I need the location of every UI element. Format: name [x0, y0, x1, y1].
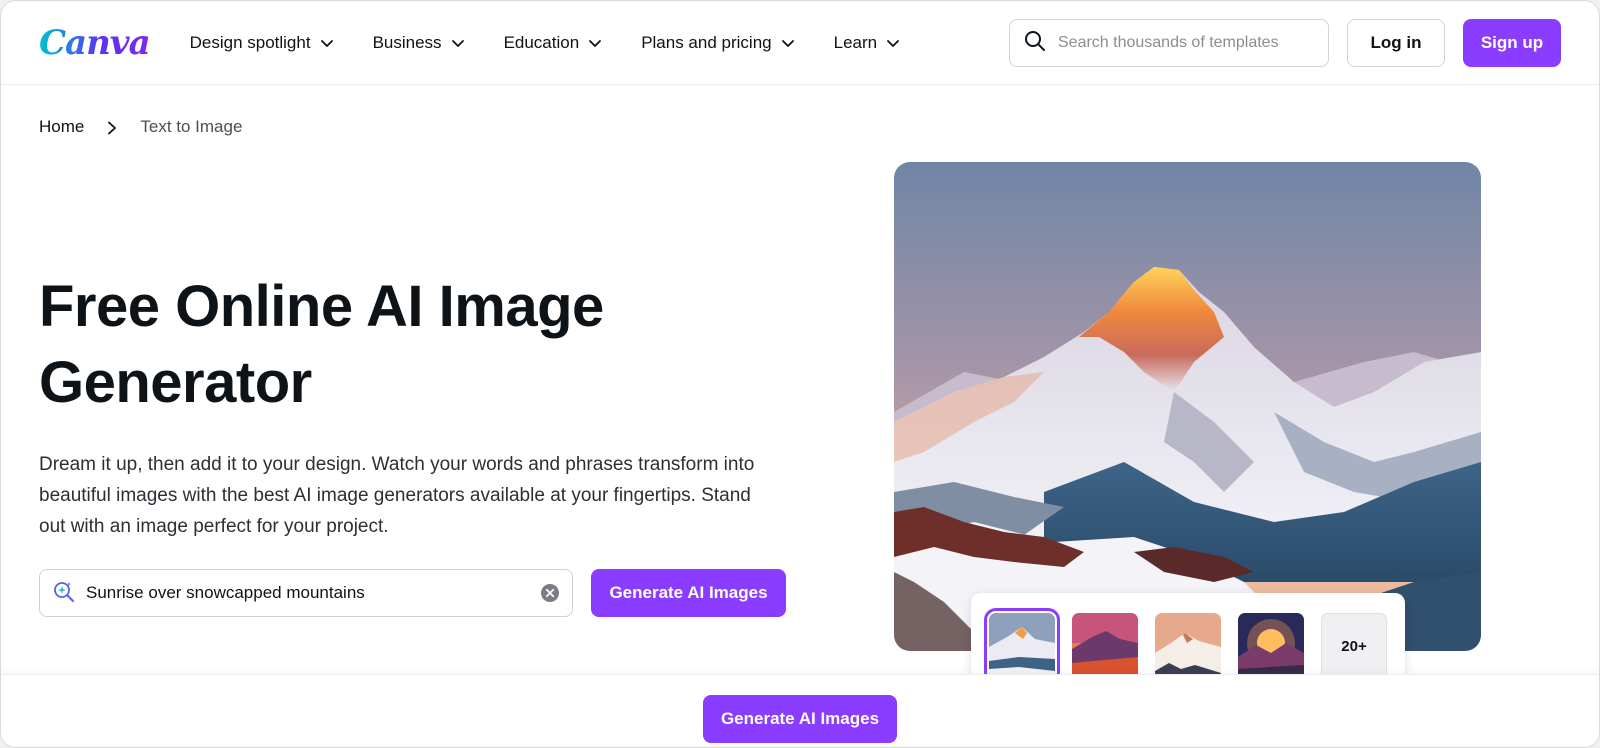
nav-item-label: Plans and pricing — [641, 32, 772, 52]
page-frame: Canva Design spotlight Business Educatio… — [0, 0, 1600, 748]
chevron-down-icon — [780, 35, 796, 51]
chevron-down-icon — [885, 35, 901, 51]
canva-logo[interactable]: Canva — [39, 26, 151, 60]
template-search[interactable] — [1009, 19, 1329, 67]
signup-button[interactable]: Sign up — [1463, 19, 1561, 67]
nav-item-label: Learn — [833, 32, 878, 52]
thumbnail-variation-1[interactable] — [984, 608, 1060, 684]
clear-icon[interactable] — [540, 583, 560, 603]
ai-sparkle-search-icon — [52, 579, 76, 608]
hero-description: Dream it up, then add it to your design.… — [39, 454, 755, 537]
search-icon — [1024, 30, 1046, 57]
thumbnail-variation-4[interactable] — [1238, 613, 1304, 679]
chevron-down-icon — [587, 35, 603, 51]
prompt-field[interactable] — [39, 569, 573, 617]
page-title: Free Online AI Image Generator — [39, 269, 759, 421]
prompt-input[interactable] — [86, 583, 526, 603]
generated-mountain-image — [894, 162, 1481, 651]
thumbnail-variation-3[interactable] — [1155, 613, 1221, 679]
nav-item-education[interactable]: Education — [504, 33, 604, 53]
generate-ai-images-button[interactable]: Generate AI Images — [591, 569, 786, 617]
title-line-2: Generator — [39, 350, 312, 415]
nav-item-label: Design spotlight — [189, 32, 311, 52]
nav-item-business[interactable]: Business — [373, 33, 466, 53]
breadcrumb-home-link[interactable]: Home — [39, 117, 84, 137]
nav-item-label: Business — [372, 32, 442, 52]
chevron-right-icon — [106, 120, 118, 135]
nav-item-learn[interactable]: Learn — [834, 33, 901, 53]
search-input[interactable] — [1058, 34, 1308, 52]
login-button[interactable]: Log in — [1347, 19, 1445, 67]
chevron-down-icon — [319, 35, 335, 51]
nav-item-plans-and-pricing[interactable]: Plans and pricing — [641, 33, 795, 53]
nav-item-label: Education — [503, 32, 580, 52]
top-header: Canva Design spotlight Business Educatio… — [1, 1, 1599, 85]
title-line-1: Free Online AI Image — [39, 274, 604, 339]
more-variations-button[interactable]: 20+ — [1321, 613, 1387, 679]
main-nav: Design spotlight Business Education Plan… — [190, 33, 939, 53]
sticky-bottom-bar: Generate AI Images — [1, 674, 1599, 747]
generate-ai-images-bottom-button[interactable]: Generate AI Images — [703, 695, 897, 743]
variation-thumbnails: 20+ — [971, 593, 1405, 684]
breadcrumb: Home Text to Image — [39, 117, 242, 137]
nav-item-design-spotlight[interactable]: Design spotlight — [190, 33, 335, 53]
thumbnail-variation-2[interactable] — [1072, 613, 1138, 679]
breadcrumb-current: Text to Image — [140, 117, 243, 136]
chevron-down-icon — [450, 35, 466, 51]
